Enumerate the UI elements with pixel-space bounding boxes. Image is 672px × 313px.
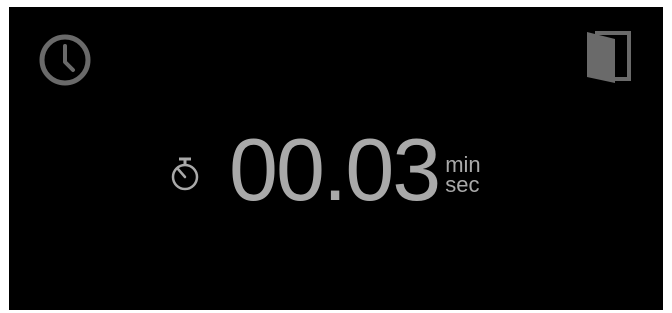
stopwatch-icon: [171, 157, 199, 191]
history-button[interactable]: [37, 32, 93, 88]
exit-button[interactable]: [581, 29, 635, 85]
unit-sec-label: sec: [445, 172, 480, 197]
timer-screen: 00.03 min sec: [9, 7, 663, 310]
timer-units: min sec: [445, 154, 480, 197]
door-icon: [587, 31, 631, 83]
clock-icon: [39, 34, 91, 86]
timer-value: 00.03: [229, 120, 441, 219]
timer-display: 00.03 min sec: [169, 125, 481, 215]
